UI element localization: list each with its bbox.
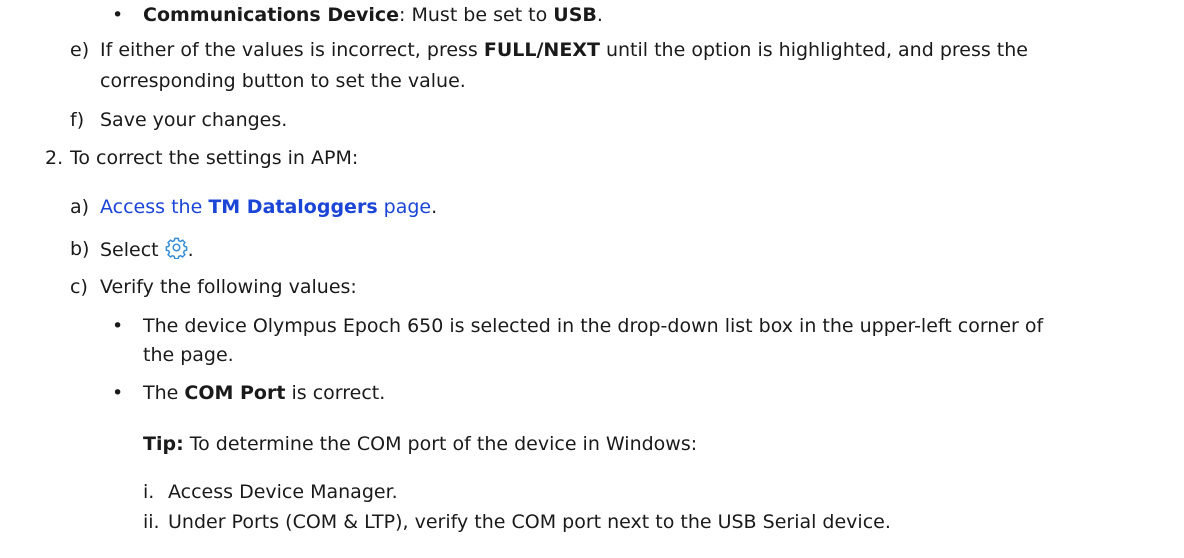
step-2-marker: 2. xyxy=(45,147,64,169)
bullet-com-port: The COM Port is correct. xyxy=(143,380,385,406)
communications-device-label: Communications Device xyxy=(143,4,400,26)
step-f-marker: f) xyxy=(70,109,85,131)
communications-device-text: : Must be set to xyxy=(399,4,554,26)
period: . xyxy=(431,196,438,218)
step-f-text: Save your changes. xyxy=(100,109,288,131)
step-c-text: Verify the following values: xyxy=(100,276,357,298)
step-e-text-b: until the option is highlighted, and pre… xyxy=(599,39,1028,61)
step-e-text-a: If either of the values is incorrect, pr… xyxy=(100,39,484,61)
com-port-label: COM Port xyxy=(184,382,286,404)
step-e-text-line2: corresponding button to set the value. xyxy=(100,70,466,92)
usb-value: USB xyxy=(553,4,597,26)
com-port-text-post: is correct. xyxy=(285,382,386,404)
tip-note: Tip: To determine the COM port of the de… xyxy=(143,431,697,457)
settings-gear-icon xyxy=(165,236,188,260)
period: . xyxy=(187,239,194,261)
com-port-text-pre: The xyxy=(143,382,185,404)
step-2-text: To correct the settings in APM: xyxy=(70,147,359,169)
step-b-text: Select . xyxy=(100,236,194,263)
step-a-marker: a) xyxy=(70,196,90,218)
step-b-marker: b) xyxy=(70,238,90,260)
tip-label: Tip: xyxy=(143,433,184,455)
bullet-device-selected-line2: the page. xyxy=(143,344,234,366)
period: . xyxy=(596,4,603,26)
substep-i-marker: i. xyxy=(143,481,155,503)
substep-ii-marker: ii. xyxy=(143,511,160,533)
step-a-text: Access the TM Dataloggers page. xyxy=(100,194,437,220)
bullet-marker: • xyxy=(112,382,124,404)
substep-i-text: Access Device Manager. xyxy=(168,481,398,503)
substep-ii-text: Under Ports (COM & LTP), verify the COM … xyxy=(168,511,891,533)
bullet-device-selected-line1: The device Olympus Epoch 650 is selected… xyxy=(143,315,1044,337)
select-text: Select xyxy=(100,239,165,261)
step-e-text: If either of the values is incorrect, pr… xyxy=(100,37,1028,63)
link-text-post: page xyxy=(377,196,432,218)
bullet-marker: • xyxy=(112,4,124,26)
tip-text: To determine the COM port of the device … xyxy=(183,433,698,455)
link-text-pre: Access the xyxy=(100,196,209,218)
bullet-marker: • xyxy=(112,315,124,337)
step-c-marker: c) xyxy=(70,276,88,298)
list-item-communications-device: Communications Device: Must be set to US… xyxy=(143,2,603,28)
full-next-button-label: FULL/NEXT xyxy=(483,39,600,61)
tm-dataloggers-link[interactable]: Access the TM Dataloggers page xyxy=(100,196,431,218)
step-e-marker: e) xyxy=(70,39,90,61)
link-text-bold: TM Dataloggers xyxy=(208,196,378,218)
